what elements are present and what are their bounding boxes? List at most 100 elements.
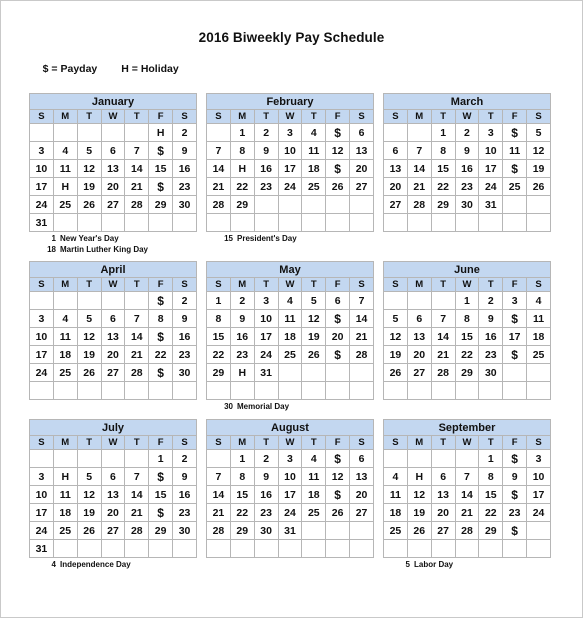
day-cell[interactable]: 3 bbox=[277, 123, 303, 142]
day-cell[interactable]: 22 bbox=[148, 345, 174, 364]
day-cell[interactable]: 6 bbox=[406, 309, 432, 328]
day-cell-empty[interactable] bbox=[29, 381, 54, 400]
day-cell[interactable]: 21 bbox=[206, 177, 231, 196]
day-cell-empty[interactable] bbox=[253, 195, 279, 214]
day-cell[interactable]: 7 bbox=[124, 467, 150, 486]
day-cell-payday[interactable]: $ bbox=[502, 309, 528, 328]
day-cell-empty[interactable] bbox=[277, 381, 303, 400]
day-cell[interactable]: 30 bbox=[172, 521, 197, 540]
day-cell[interactable]: 5 bbox=[526, 123, 551, 142]
day-cell-empty[interactable] bbox=[76, 381, 102, 400]
day-cell[interactable]: 25 bbox=[301, 177, 327, 196]
day-cell-payday[interactable]: $ bbox=[148, 177, 174, 196]
day-cell[interactable]: 2 bbox=[253, 123, 279, 142]
day-cell[interactable]: 6 bbox=[430, 467, 456, 486]
day-cell-empty[interactable] bbox=[206, 539, 231, 558]
day-cell-empty[interactable] bbox=[277, 539, 303, 558]
day-cell[interactable]: 22 bbox=[206, 345, 231, 364]
day-cell[interactable]: 28 bbox=[406, 195, 432, 214]
day-cell[interactable]: 24 bbox=[478, 177, 504, 196]
day-cell-empty[interactable] bbox=[430, 291, 456, 310]
day-cell-empty[interactable] bbox=[349, 381, 374, 400]
day-cell[interactable]: 18 bbox=[277, 327, 303, 346]
day-cell[interactable]: 16 bbox=[229, 327, 255, 346]
day-cell[interactable]: 28 bbox=[430, 363, 456, 382]
day-cell[interactable]: 10 bbox=[277, 141, 303, 160]
day-cell-empty[interactable] bbox=[406, 123, 432, 142]
day-cell-empty[interactable] bbox=[526, 363, 551, 382]
day-cell-empty[interactable] bbox=[454, 213, 480, 232]
day-cell-empty[interactable] bbox=[502, 539, 528, 558]
day-cell[interactable]: 11 bbox=[52, 485, 78, 504]
day-cell[interactable]: 13 bbox=[100, 159, 126, 178]
day-cell-empty[interactable] bbox=[301, 213, 327, 232]
day-cell[interactable]: 9 bbox=[502, 467, 528, 486]
day-cell[interactable]: 6 bbox=[349, 449, 374, 468]
day-cell[interactable]: 13 bbox=[349, 467, 374, 486]
day-cell[interactable]: 27 bbox=[349, 503, 374, 522]
day-cell[interactable]: 14 bbox=[406, 159, 432, 178]
day-cell[interactable]: 7 bbox=[124, 309, 150, 328]
day-cell-empty[interactable] bbox=[29, 123, 54, 142]
day-cell[interactable]: 17 bbox=[277, 485, 303, 504]
day-cell[interactable]: 7 bbox=[124, 141, 150, 160]
day-cell-empty[interactable] bbox=[124, 123, 150, 142]
day-cell[interactable]: 20 bbox=[406, 345, 432, 364]
day-cell-empty[interactable] bbox=[100, 123, 126, 142]
day-cell-empty[interactable] bbox=[229, 213, 255, 232]
day-cell-empty[interactable] bbox=[383, 539, 408, 558]
day-cell[interactable]: 9 bbox=[172, 309, 197, 328]
day-cell[interactable]: 23 bbox=[172, 345, 197, 364]
day-cell-empty[interactable] bbox=[406, 449, 432, 468]
day-cell[interactable]: 3 bbox=[277, 449, 303, 468]
day-cell[interactable]: 15 bbox=[430, 159, 456, 178]
day-cell[interactable]: 25 bbox=[502, 177, 528, 196]
day-cell[interactable]: 2 bbox=[172, 123, 197, 142]
day-cell[interactable]: 27 bbox=[100, 363, 126, 382]
day-cell[interactable]: 11 bbox=[52, 159, 78, 178]
day-cell-empty[interactable] bbox=[253, 381, 279, 400]
day-cell-holiday[interactable]: H bbox=[229, 159, 255, 178]
day-cell[interactable]: 21 bbox=[206, 503, 231, 522]
day-cell[interactable]: 12 bbox=[406, 485, 432, 504]
day-cell-empty[interactable] bbox=[29, 449, 54, 468]
day-cell[interactable]: 23 bbox=[172, 503, 197, 522]
day-cell-empty[interactable] bbox=[383, 449, 408, 468]
day-cell-empty[interactable] bbox=[172, 539, 197, 558]
day-cell[interactable]: 25 bbox=[52, 195, 78, 214]
day-cell-empty[interactable] bbox=[478, 381, 504, 400]
day-cell-empty[interactable] bbox=[100, 381, 126, 400]
day-cell[interactable]: 31 bbox=[478, 195, 504, 214]
day-cell-empty[interactable] bbox=[100, 291, 126, 310]
day-cell[interactable]: 22 bbox=[454, 345, 480, 364]
day-cell[interactable]: 15 bbox=[148, 485, 174, 504]
day-cell-empty[interactable] bbox=[349, 213, 374, 232]
day-cell[interactable]: 11 bbox=[52, 327, 78, 346]
day-cell[interactable]: 18 bbox=[52, 503, 78, 522]
day-cell[interactable]: 9 bbox=[253, 141, 279, 160]
day-cell[interactable]: 21 bbox=[124, 345, 150, 364]
day-cell[interactable]: 26 bbox=[76, 521, 102, 540]
day-cell[interactable]: 25 bbox=[52, 521, 78, 540]
day-cell-payday[interactable]: $ bbox=[325, 345, 351, 364]
day-cell[interactable]: 26 bbox=[301, 345, 327, 364]
day-cell-empty[interactable] bbox=[325, 521, 351, 540]
day-cell[interactable]: 27 bbox=[406, 363, 432, 382]
day-cell[interactable]: 17 bbox=[526, 485, 551, 504]
day-cell[interactable]: 17 bbox=[502, 327, 528, 346]
day-cell[interactable]: 19 bbox=[406, 503, 432, 522]
day-cell-empty[interactable] bbox=[148, 381, 174, 400]
day-cell[interactable]: 7 bbox=[206, 141, 231, 160]
day-cell[interactable]: 20 bbox=[349, 159, 374, 178]
day-cell[interactable]: 19 bbox=[76, 177, 102, 196]
day-cell[interactable]: 25 bbox=[383, 521, 408, 540]
day-cell[interactable]: 10 bbox=[277, 467, 303, 486]
day-cell[interactable]: 30 bbox=[253, 521, 279, 540]
day-cell[interactable]: 15 bbox=[478, 485, 504, 504]
day-cell-empty[interactable] bbox=[206, 381, 231, 400]
day-cell-empty[interactable] bbox=[349, 539, 374, 558]
day-cell-empty[interactable] bbox=[526, 195, 551, 214]
day-cell[interactable]: 30 bbox=[478, 363, 504, 382]
day-cell[interactable]: 20 bbox=[325, 327, 351, 346]
day-cell[interactable]: 9 bbox=[229, 309, 255, 328]
